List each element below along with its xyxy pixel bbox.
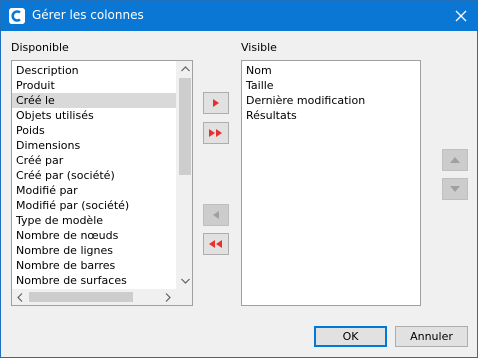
visible-column-item[interactable]: Dernière modification	[242, 93, 420, 108]
double-arrow-right-icon	[209, 129, 222, 137]
available-horizontal-scrollbar[interactable]	[12, 289, 176, 305]
scroll-down-button[interactable]	[177, 273, 192, 289]
move-up-button[interactable]	[442, 149, 468, 171]
available-column-item[interactable]: Poids	[12, 123, 176, 138]
available-column-item[interactable]: Nombre de barres	[12, 258, 176, 273]
remove-all-columns-button[interactable]	[203, 233, 229, 255]
available-column-item[interactable]: Type de modèle	[12, 213, 176, 228]
scrollbar-corner	[176, 289, 192, 305]
scroll-left-button[interactable]	[12, 289, 28, 305]
horizontal-scroll-thumb[interactable]	[29, 292, 133, 302]
app-logo-icon	[9, 8, 25, 24]
available-column-item[interactable]: Dimensions	[12, 138, 176, 153]
visible-column-item[interactable]: Taille	[242, 78, 420, 93]
visible-columns-list[interactable]: Nom Taille Dernière modification Résultats	[241, 60, 421, 306]
scroll-right-button[interactable]	[160, 289, 176, 305]
chevron-right-icon	[165, 292, 171, 302]
chevron-up-icon	[180, 66, 190, 72]
available-column-item[interactable]: Nombre de surfaces	[12, 273, 176, 288]
arrow-right-icon	[213, 99, 219, 107]
close-icon	[455, 10, 467, 22]
vertical-scroll-thumb[interactable]	[179, 78, 191, 175]
available-column-item[interactable]: Objets utilisés	[12, 108, 176, 123]
close-button[interactable]	[445, 1, 477, 31]
arrow-left-icon	[213, 211, 219, 219]
visible-column-item[interactable]: Nom	[242, 63, 420, 78]
remove-column-button[interactable]	[203, 204, 229, 226]
chevron-left-icon	[17, 292, 23, 302]
add-all-columns-button[interactable]	[203, 122, 229, 144]
available-vertical-scrollbar[interactable]	[176, 61, 192, 289]
move-down-button[interactable]	[442, 178, 468, 200]
visible-label: Visible	[241, 41, 277, 54]
available-column-item[interactable]: Produit	[12, 78, 176, 93]
available-label: Disponible	[11, 41, 69, 54]
available-column-item[interactable]: Modifié par	[12, 183, 176, 198]
available-column-item[interactable]: Description	[12, 63, 176, 78]
available-columns-list[interactable]: Description Produit Créé le Objets utilisés…	[11, 60, 193, 306]
chevron-down-icon	[180, 278, 190, 284]
available-column-item[interactable]: Nombre de lignes	[12, 243, 176, 258]
arrow-down-icon	[450, 186, 460, 192]
title-bar: Gérer les colonnes	[1, 1, 477, 31]
available-column-item[interactable]: Créé par	[12, 153, 176, 168]
arrow-up-icon	[450, 157, 460, 163]
available-column-item[interactable]: Nombre de nœuds	[12, 228, 176, 243]
double-arrow-left-icon	[209, 240, 222, 248]
available-column-item[interactable]: Créé le	[12, 93, 176, 108]
scroll-up-button[interactable]	[177, 61, 192, 77]
available-column-item[interactable]: Créé par (société)	[12, 168, 176, 183]
add-column-button[interactable]	[203, 92, 229, 114]
manage-columns-dialog: Gérer les colonnes Disponible Descriptio…	[0, 0, 478, 358]
visible-column-item[interactable]: Résultats	[242, 108, 420, 123]
cancel-button[interactable]: Annuler	[395, 326, 468, 347]
available-column-item[interactable]: Modifié par (société)	[12, 198, 176, 213]
ok-button[interactable]: OK	[314, 326, 387, 347]
window-title: Gérer les colonnes	[32, 8, 144, 22]
